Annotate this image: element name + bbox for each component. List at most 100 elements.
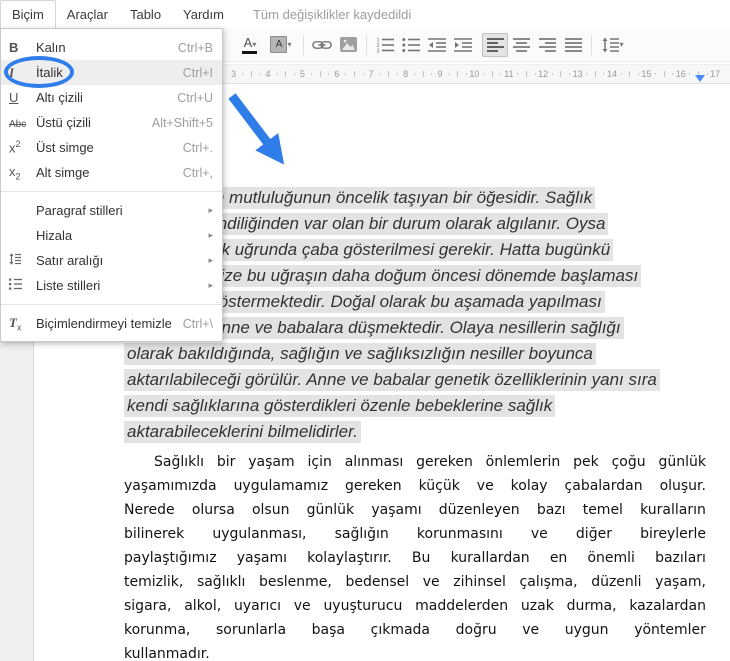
ruler-tick: [354, 71, 355, 77]
ruler-indent-marker[interactable]: [695, 75, 705, 82]
ruler-number: 17: [710, 69, 721, 79]
selection-highlight: olarak bakıldığında, sağlığın ve sağlıks…: [124, 343, 596, 365]
align-right-button[interactable]: [534, 33, 560, 57]
menu-item-st-simge[interactable]: x2 Üst simge Ctrl+.: [1, 135, 222, 160]
text-line[interactable]: paylaştığımız yaşamı kolaylaştırır. Bu kural…: [124, 546, 706, 570]
highlight-color-button[interactable]: A ▾: [266, 33, 298, 57]
text-line[interactable]: yaşamımızda uygulamamız gereken küçük ve kola…: [124, 474, 706, 498]
ruler-tick: [457, 71, 459, 77]
menu-item-paragraf-stilleri[interactable]: Paragraf stilleri ▸: [1, 198, 222, 223]
ruler-number: 3: [231, 69, 237, 79]
ruler-tick: [259, 73, 261, 75]
ruler-tick: [319, 71, 321, 77]
menubar-item-ara-lar[interactable]: Araçlar: [56, 0, 119, 28]
word: alınması: [344, 454, 404, 470]
word: uygulanması,: [212, 526, 307, 542]
word: oluşur.: [659, 478, 706, 494]
word: günlük: [306, 502, 355, 518]
menu-item-shortcut: Ctrl+,: [182, 165, 213, 180]
ruler-tick: [500, 73, 502, 75]
menu-item-alt-izili[interactable]: U Altı çizili Ctrl+U: [1, 85, 222, 110]
word: maddelerden: [415, 598, 509, 614]
insert-link-button[interactable]: [309, 33, 335, 57]
text-line[interactable]: bilinerek uygulanması, sağlığın korunmasını…: [124, 522, 706, 546]
clear-formatting-icon: Tx: [9, 314, 22, 333]
word: bilinerek: [124, 526, 185, 542]
menubar-item-bi-im[interactable]: Biçim: [0, 0, 56, 28]
word: yaşamı: [236, 550, 287, 566]
word: kazalardan: [629, 598, 706, 614]
selected-text-line[interactable]: aktarabileceklerini bilmelidirler.: [124, 420, 361, 444]
ruler-tick: [629, 71, 631, 77]
ruler-tick: [569, 73, 570, 75]
word: temizlik,: [124, 574, 184, 590]
ruler-number: 13: [572, 69, 583, 79]
menu-item-shortcut: Ctrl+.: [182, 140, 213, 155]
menu-item-st-izili[interactable]: Abc Üstü çizili Alt+Shift+5: [1, 110, 222, 135]
text-line[interactable]: kullanmadır.: [124, 642, 706, 661]
word: kolay: [510, 478, 548, 494]
justify-button[interactable]: [560, 33, 586, 57]
line-spacing-button[interactable]: ▾: [597, 33, 631, 57]
ruler-tick: [276, 73, 278, 75]
insert-image-button[interactable]: [335, 33, 361, 57]
ruler-tick: [242, 73, 244, 75]
word: kullanmadır.: [124, 646, 210, 661]
menu-item-bi-imlendirmeyi-temizle[interactable]: Tx Biçimlendirmeyi temizle Ctrl+\: [1, 311, 222, 336]
word: en: [549, 550, 568, 566]
align-center-icon: [512, 38, 530, 52]
selected-text-line[interactable]: aktarılabileceği görülür. Anne ve babala…: [124, 368, 660, 392]
selected-text-line[interactable]: olarak bakıldığında, sağlığın ve sağlıks…: [124, 342, 596, 366]
decrease-indent-button[interactable]: [424, 33, 450, 57]
image-icon: [339, 37, 357, 52]
selection-highlight: aktarılabileceği görülür. Anne ve babala…: [124, 369, 660, 391]
menu-item-label: Üstü çizili: [36, 115, 91, 130]
word: olursa: [191, 502, 235, 518]
text-line[interactable]: Sağlıklı bir yaşam için alınması gereken önlem…: [124, 450, 706, 474]
bulleted-list-button[interactable]: [398, 33, 424, 57]
ruler-number: 14: [606, 69, 618, 79]
increase-indent-button[interactable]: [450, 33, 476, 57]
menu-item-sat-r-aral[interactable]: Satır aralığı ▸: [1, 248, 222, 273]
text-line[interactable]: sigara, alkol, uyarıcı ve uyuşturucu maddeler…: [124, 594, 706, 618]
selected-text-line[interactable]: kendi sağlıklarına gösterdikleri özenle …: [124, 394, 556, 418]
word: uzak: [520, 598, 554, 614]
ruler-number: 11: [504, 69, 514, 79]
text-color-button[interactable]: A ▾: [236, 33, 266, 57]
ruler-number: 15: [641, 69, 652, 79]
line-spacing-icon: [602, 37, 620, 52]
menubar-item-yard-m[interactable]: Yardım: [172, 0, 235, 28]
text-line[interactable]: Nerede olursa olsun günlük yaşamı düzenleyen b…: [124, 498, 706, 522]
word: bireylerle: [640, 526, 706, 542]
ruler-tick: [431, 73, 433, 75]
align-left-button[interactable]: [482, 32, 508, 57]
menu-item-liste-stilleri[interactable]: Liste stilleri ▸: [1, 273, 222, 298]
numbered-list-button[interactable]: 123: [372, 33, 398, 57]
word: gereken: [345, 478, 402, 494]
strikethrough-icon: Abc: [9, 119, 27, 130]
word: için: [307, 454, 332, 470]
word: sigara,: [124, 598, 172, 614]
ruler-tick: [655, 73, 656, 75]
menu-item-alt-simge[interactable]: x2 Alt simge Ctrl+,: [1, 160, 222, 185]
menubar-item-tablo[interactable]: Tablo: [119, 0, 172, 28]
text-line[interactable]: korunma, sorunlarla başa çıkmada doğru ve uygu…: [124, 618, 706, 642]
ruler-number: 9: [437, 69, 443, 79]
increase-indent-icon: [454, 37, 472, 52]
ruler-tick: [637, 73, 639, 75]
toolbar-separator: [303, 34, 304, 55]
submenu-arrow-icon: ▸: [208, 205, 213, 215]
ruler-tick: [422, 71, 424, 77]
ruler-tick: [328, 73, 330, 75]
toolbar-separator: [591, 34, 592, 55]
text-line[interactable]: temizlik, sağlıklı beslenme, bedensel ve zihi…: [124, 570, 706, 594]
ruler-tick: [560, 71, 562, 77]
justify-icon: [564, 38, 582, 52]
word: yaşamı: [371, 502, 422, 518]
ruler-tick: [448, 73, 450, 75]
menu-item-hizala[interactable]: Hizala ▸: [1, 223, 222, 248]
ruler-tick: [586, 73, 588, 75]
align-center-button[interactable]: [508, 33, 534, 57]
word: sorunlarla: [215, 622, 287, 638]
menu-item-label: Hizala: [36, 228, 73, 243]
